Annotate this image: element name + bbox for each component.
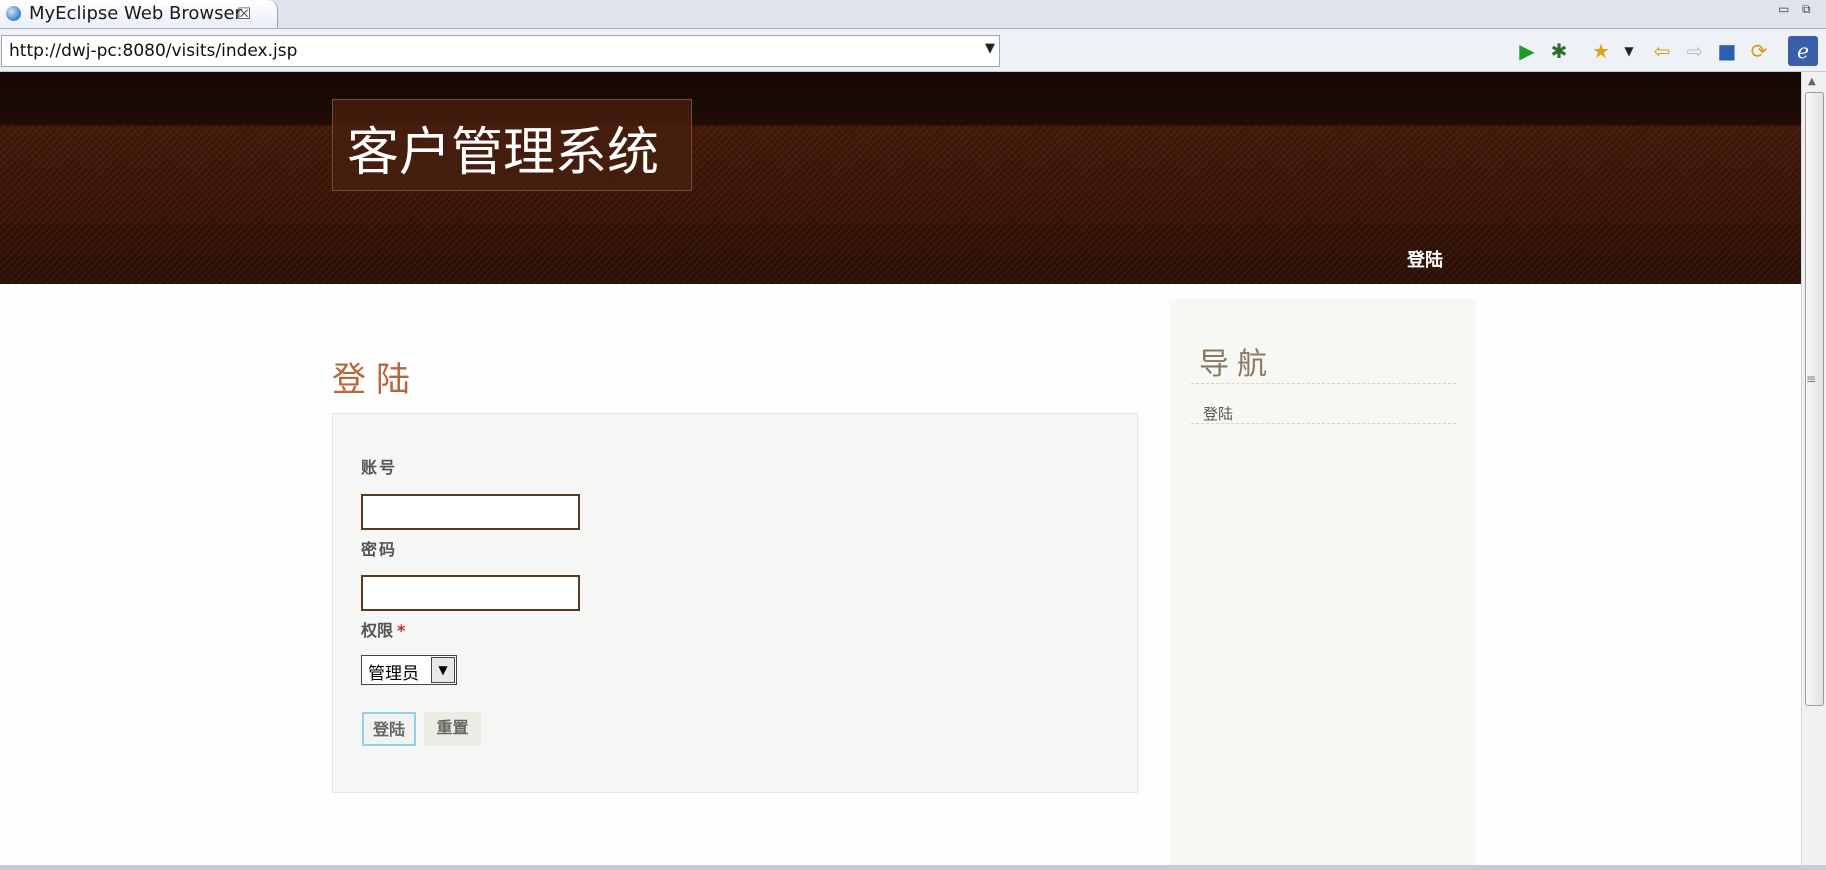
scroll-up-icon[interactable]: ▲ [1808,76,1816,87]
account-label: 账号 [361,458,398,477]
url-history-dropdown-icon[interactable]: ▼ [985,41,995,56]
required-asterisk: * [397,621,406,640]
page-title: 登陆 [332,360,420,400]
browser-address-bar: http://dwj-pc:8080/visits/index.jsp ▼ ▶ … [0,29,1826,72]
browser-tab[interactable]: MyEclipse Web Browser ☒ [0,0,278,28]
sidebar-item-login[interactable]: 登陆 [1203,403,1233,424]
tab-title: MyEclipse Web Browser [29,3,242,24]
favorites-menu-icon[interactable]: ▼ [1617,39,1641,63]
url-text: http://dwj-pc:8080/visits/index.jsp [9,41,298,61]
scroll-grip-icon: ≡ [1806,372,1817,386]
topnav-login-link[interactable]: 登陆 [1407,246,1443,272]
stop-icon[interactable]: ■ [1715,39,1739,63]
role-label-row: 权限 * [361,617,405,641]
role-select[interactable]: 管理员 ▼ [361,655,457,685]
window-bottom-edge [0,865,1826,870]
site-header: 客户管理系统 登陆 [0,72,1801,284]
eclipse-logo-icon: ℯ [1788,36,1818,66]
password-label: 密码 [361,540,398,559]
site-logo[interactable]: 客户管理系统 [332,99,692,191]
account-input[interactable] [361,494,580,530]
run-icon[interactable]: ▶ [1515,39,1539,63]
login-form: 账号 密码 权限 * 管理员 ▼ 登陆 重置 [332,413,1138,793]
scrollbar-thumb[interactable] [1805,92,1824,706]
reset-button[interactable]: 重置 [424,712,481,746]
url-input[interactable]: http://dwj-pc:8080/visits/index.jsp ▼ [1,35,1000,67]
sidebar-navigation: 导航 登陆 [1169,299,1476,865]
vertical-scrollbar[interactable]: ▲ ≡ [1801,72,1826,865]
role-label: 权限 [361,621,394,640]
sidebar-divider [1191,383,1456,384]
sidebar-divider [1191,423,1456,424]
password-input[interactable] [361,575,580,611]
favorites-icon[interactable]: ★ [1589,39,1613,63]
debug-icon[interactable]: ✱ [1547,39,1571,63]
minimize-icon[interactable]: ▭ [1778,2,1789,16]
tab-close-icon[interactable]: ☒ [237,4,251,23]
chevron-down-icon[interactable]: ▼ [431,657,455,683]
role-selected-value: 管理员 [368,664,419,684]
refresh-icon[interactable]: ⟳ [1747,39,1771,63]
restore-icon[interactable]: ⧉ [1802,2,1811,17]
editor-tab-bar: MyEclipse Web Browser ☒ ▭ ⧉ [0,0,1826,29]
header-top-strip [0,72,1801,126]
sidebar-heading: 导航 [1199,347,1275,382]
login-button[interactable]: 登陆 [362,712,416,746]
page-viewport: 客户管理系统 登陆 登陆 账号 密码 权限 * 管理员 ▼ 登陆 重置 导航 登陆 [0,72,1801,865]
site-title: 客户管理系统 [347,123,660,183]
back-icon[interactable]: ⇦ [1650,39,1674,63]
forward-icon[interactable]: ⇨ [1683,39,1707,63]
globe-icon [6,6,21,21]
